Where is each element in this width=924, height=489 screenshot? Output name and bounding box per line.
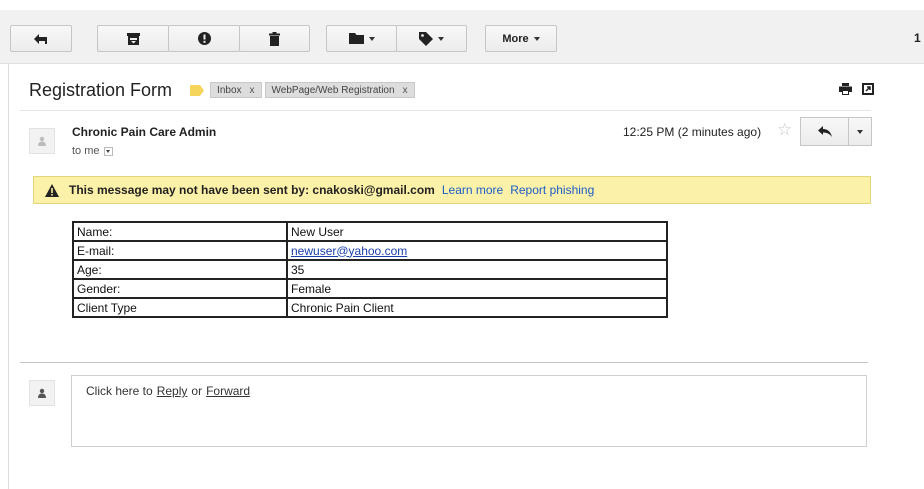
forward-link[interactable]: Forward [206,384,250,398]
warning-text: This message may not have been sent by: … [69,183,435,197]
print-icon[interactable] [839,83,852,95]
star-icon[interactable]: ☆ [777,120,792,140]
reply-more-button[interactable] [849,117,872,146]
chevron-down-icon [533,36,540,41]
show-details-button[interactable] [103,146,113,156]
table-row: Name: New User [72,221,668,242]
divider [20,362,868,363]
left-border [8,64,9,489]
field-label: Client Type [72,297,288,318]
reply-hint-or: or [191,384,203,398]
table-row: E-mail: newuser@yahoo.com [72,240,668,261]
reply-hint-prefix: Click here to [86,384,153,398]
recipient-label: to me [72,145,100,157]
header-icons [839,83,874,95]
move-to-button[interactable] [326,25,397,52]
reply-button-group [800,117,872,146]
label-remove-button[interactable]: x [403,85,408,96]
report-spam-button[interactable] [168,25,240,52]
chevron-down-icon [857,129,863,134]
label-chip-web-registration[interactable]: WebPage/Web Registration x [264,82,415,98]
recipient-line: to me [72,145,113,157]
field-value: New User [286,221,668,242]
report-phishing-link[interactable]: Report phishing [510,183,594,197]
field-label: Name: [72,221,288,242]
open-new-window-icon[interactable] [862,83,874,95]
field-value: Chronic Pain Client [286,297,668,318]
page-count: 1 [914,31,921,45]
chevron-down-icon [368,36,375,41]
archive-button[interactable] [97,25,169,52]
field-value-cell: newuser@yahoo.com [286,240,668,261]
sender-avatar[interactable] [29,128,55,154]
arrow-left-icon [34,33,47,44]
phishing-warning-banner: This message may not have been sent by: … [33,176,871,204]
field-value: Female [286,278,668,299]
table-row: Client Type Chronic Pain Client [72,297,668,318]
more-button[interactable]: More [485,25,557,52]
toolbar: More 1 [0,10,924,64]
label-remove-button[interactable]: x [250,85,255,96]
subject-row: Registration Form Inbox x WebPage/Web Re… [29,78,415,102]
field-label: E-mail: [72,240,288,261]
chevron-down-icon [106,149,111,153]
reply-icon [817,126,832,137]
reply-hint: Click here to Reply or Forward [86,384,250,398]
labels-button[interactable] [396,25,467,52]
message-timestamp: 12:25 PM (2 minutes ago) [623,125,762,139]
sender-name[interactable]: Chronic Pain Care Admin [72,125,216,139]
top-strip [0,0,924,10]
warning-triangle-icon [45,183,59,197]
delete-button[interactable] [239,25,310,52]
subject-title: Registration Form [29,79,173,100]
more-label: More [502,32,529,45]
divider [20,110,871,111]
learn-more-link[interactable]: Learn more [442,183,503,197]
field-label: Gender: [72,278,288,299]
table-row: Gender: Female [72,278,668,299]
field-value: 35 [286,259,668,280]
folder-icon [348,33,364,44]
importance-marker-icon[interactable] [190,84,205,96]
report-spam-icon [197,32,211,45]
reply-link[interactable]: Reply [157,384,188,398]
reply-button[interactable] [800,117,849,146]
registration-table: Name: New User E-mail: newuser@yahoo.com… [72,221,668,318]
table-row: Age: 35 [72,259,668,280]
chevron-down-icon [438,36,444,41]
person-icon [38,388,46,398]
label-chip-name: Inbox [217,84,242,96]
person-icon [38,136,46,146]
email-link[interactable]: newuser@yahoo.com [291,244,407,258]
quick-reply-box[interactable]: Click here to Reply or Forward [71,375,867,447]
field-label: Age: [72,259,288,280]
back-button[interactable] [10,25,72,52]
label-chip-inbox[interactable]: Inbox x [210,82,262,98]
archive-icon [126,32,140,45]
my-avatar [29,380,55,406]
label-chip-name: WebPage/Web Registration [271,84,395,96]
trash-icon [269,31,280,46]
label-tag-icon [419,31,433,46]
